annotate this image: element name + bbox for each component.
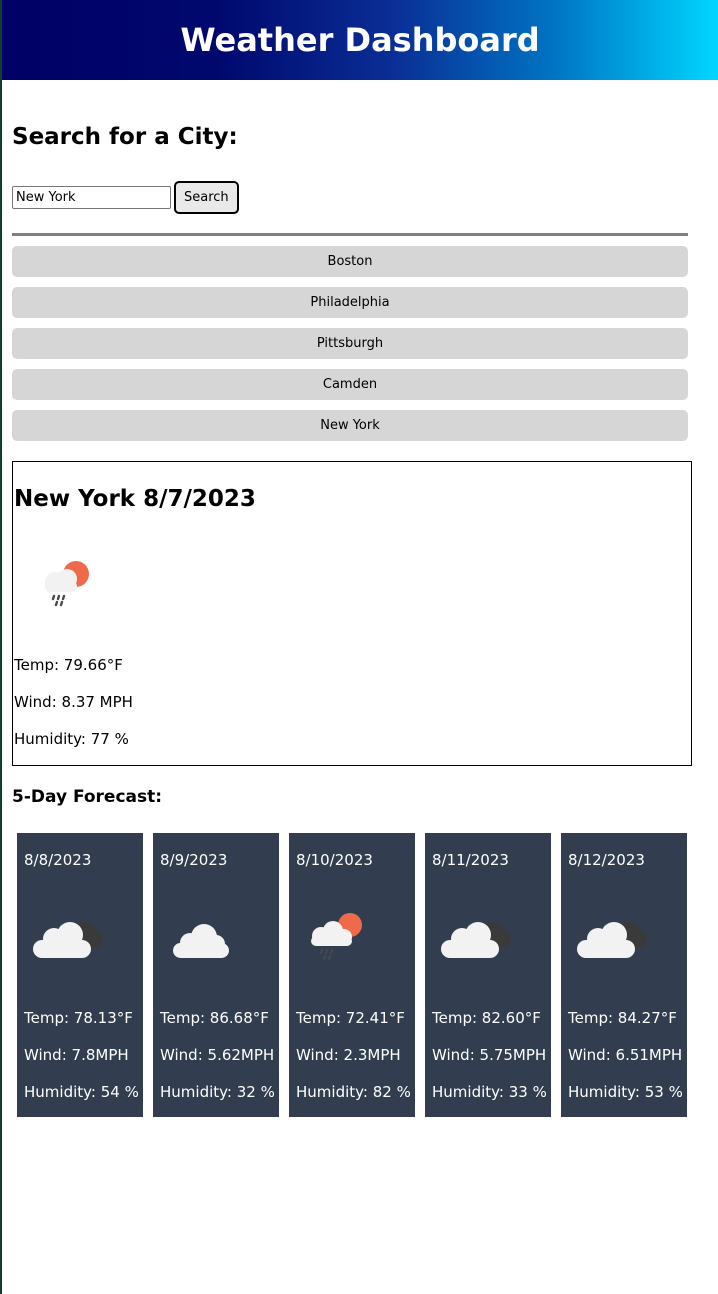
search-heading: Search for a City:	[12, 124, 238, 150]
forecast-card: 8/8/2023 Temp: 78.13°F Wind: 7.8MPH Humi…	[17, 833, 143, 1117]
forecast-humidity: Humidity: 33 %	[432, 1083, 547, 1101]
broken-clouds-icon	[577, 922, 647, 958]
forecast-wind: Wind: 7.8MPH	[24, 1046, 129, 1064]
window-left-border	[0, 0, 2, 1294]
forecast-temp: Temp: 78.13°F	[24, 1009, 133, 1027]
forecast-card: 8/10/2023 Temp: 72.41°F Wind: 2.3MPH Hum…	[289, 833, 415, 1117]
history-button-pittsburgh[interactable]: Pittsburgh	[12, 328, 688, 359]
forecast-temp: Temp: 86.68°F	[160, 1009, 269, 1027]
history-button-camden[interactable]: Camden	[12, 369, 688, 400]
forecast-humidity: Humidity: 82 %	[296, 1083, 411, 1101]
divider	[12, 233, 688, 236]
current-city-date: New York 8/7/2023	[14, 486, 256, 512]
history-button-boston[interactable]: Boston	[12, 246, 688, 277]
forecast-wind: Wind: 5.62MPH	[160, 1046, 275, 1064]
broken-clouds-icon	[441, 922, 511, 958]
history-button-new-york[interactable]: New York	[12, 410, 688, 441]
forecast-temp: Temp: 72.41°F	[296, 1009, 405, 1027]
forecast-humidity: Humidity: 53 %	[568, 1083, 683, 1101]
search-form: Search	[12, 181, 239, 214]
forecast-heading: 5-Day Forecast:	[12, 787, 163, 807]
page-header: Weather Dashboard	[2, 0, 718, 80]
rain-cloud-sun-icon	[45, 561, 89, 607]
forecast-date: 8/12/2023	[568, 851, 645, 869]
current-humidity: Humidity: 77 %	[14, 730, 129, 748]
forecast-humidity: Humidity: 32 %	[160, 1083, 275, 1101]
forecast-card: 8/11/2023 Temp: 82.60°F Wind: 5.75MPH Hu…	[425, 833, 551, 1117]
search-history-list: Boston Philadelphia Pittsburgh Camden Ne…	[12, 246, 688, 451]
forecast-date: 8/8/2023	[24, 851, 92, 869]
forecast-card: 8/12/2023 Temp: 84.27°F Wind: 6.51MPH Hu…	[561, 833, 687, 1117]
current-wind: Wind: 8.37 MPH	[14, 693, 133, 711]
history-button-philadelphia[interactable]: Philadelphia	[12, 287, 688, 318]
forecast-temp: Temp: 82.60°F	[432, 1009, 541, 1027]
forecast-humidity: Humidity: 54 %	[24, 1083, 139, 1101]
broken-clouds-icon	[33, 922, 103, 958]
current-temp: Temp: 79.66°F	[14, 656, 123, 674]
forecast-wind: Wind: 6.51MPH	[568, 1046, 683, 1064]
forecast-date: 8/11/2023	[432, 851, 509, 869]
forecast-temp: Temp: 84.27°F	[568, 1009, 677, 1027]
forecast-date: 8/9/2023	[160, 851, 228, 869]
forecast-row: 8/8/2023 Temp: 78.13°F Wind: 7.8MPH Humi…	[17, 833, 687, 1117]
forecast-card: 8/9/2023 Temp: 86.68°F Wind: 5.62MPH Hum…	[153, 833, 279, 1117]
search-button[interactable]: Search	[174, 181, 239, 214]
city-search-input[interactable]	[12, 186, 171, 209]
forecast-date: 8/10/2023	[296, 851, 373, 869]
forecast-wind: Wind: 5.75MPH	[432, 1046, 547, 1064]
rain-cloud-sun-icon	[311, 913, 362, 960]
current-weather-panel: New York 8/7/2023 Temp: 79.66°F Wind: 8.…	[12, 461, 692, 766]
forecast-wind: Wind: 2.3MPH	[296, 1046, 401, 1064]
cloud-icon	[173, 924, 229, 958]
page-title: Weather Dashboard	[180, 21, 540, 59]
